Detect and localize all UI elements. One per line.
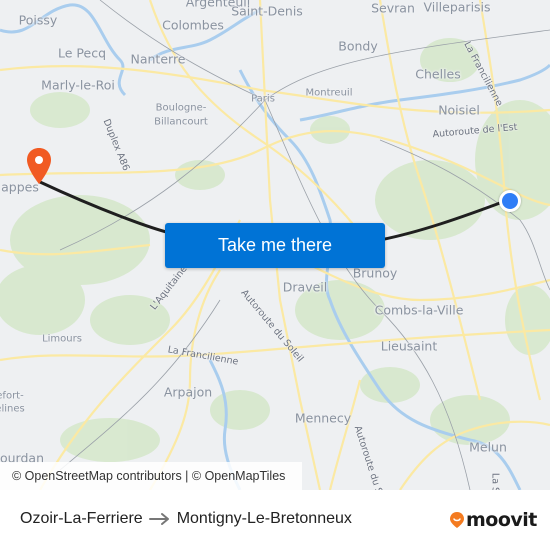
place-label: Marly-le-Roi: [41, 77, 115, 93]
place-label: Chelles: [415, 66, 461, 82]
moovit-pin-icon: [450, 512, 464, 528]
destination-name: Montigny-Le-Bretonneux: [176, 510, 352, 527]
footer: Ozoir-La-Ferriere Montigny-Le-Bretonneux…: [0, 490, 550, 550]
place-label: Mennecy: [294, 410, 352, 426]
place-label: Colombes: [162, 17, 224, 33]
place-label: Paris: [251, 93, 275, 105]
place-label: Nanterre: [130, 51, 186, 67]
origin-name: Ozoir-La-Ferriere: [20, 510, 143, 527]
place-label: Melun: [469, 439, 507, 455]
place-label: Combs-la-Ville: [374, 302, 464, 318]
place-label: Draveil: [282, 279, 328, 295]
place-label: Limours: [42, 333, 82, 345]
place-label: Poissy: [18, 12, 58, 28]
attribution-text[interactable]: © OpenStreetMap contributors | © OpenMap…: [12, 469, 285, 483]
place-label: elines: [0, 403, 25, 415]
place-label: Lieusaint: [380, 338, 438, 354]
map[interactable]: Argenteuil Poissy Colombes Saint-Denis Sevra…: [0, 0, 550, 490]
place-label: Saint-Denis: [231, 3, 303, 19]
place-label: Sevran: [371, 0, 415, 16]
place-label: Villeparisis: [423, 0, 491, 15]
place-label: Le Pecq: [58, 45, 106, 61]
road-label: La S: [489, 472, 501, 490]
take-me-there-button[interactable]: Take me there: [165, 223, 385, 268]
arrow-right-icon: [148, 513, 169, 525]
place-label: Montreuil: [305, 87, 353, 99]
place-label: Billancourt: [154, 116, 208, 128]
route-summary: Ozoir-La-Ferriere Montigny-Le-Bretonneux: [20, 510, 352, 528]
brand-name: moovit: [466, 509, 537, 531]
destination-pin-icon[interactable]: [26, 147, 52, 185]
place-label: efort-: [0, 390, 24, 402]
map-attribution: © OpenStreetMap contributors | © OpenMap…: [0, 462, 302, 490]
origin-pin-icon[interactable]: [499, 190, 521, 212]
place-label: Boulogne-: [155, 102, 207, 114]
place-label: Noisiel: [438, 102, 480, 118]
moovit-logo[interactable]: moovit: [449, 509, 537, 531]
place-label: Arpajon: [163, 384, 213, 400]
place-label: Bondy: [338, 38, 378, 54]
